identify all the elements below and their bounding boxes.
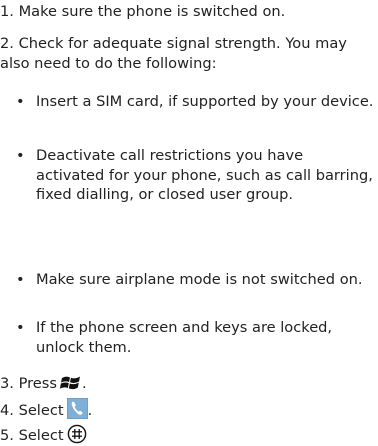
step-3-period: . xyxy=(81,375,87,392)
bullet-text: If the phone screen and keys are locked,… xyxy=(36,319,333,356)
instructions-page: 1. Make sure the phone is switched on. 2… xyxy=(0,0,376,445)
bullet-text: Deactivate call restrictions you have ac… xyxy=(36,147,373,203)
bullet-dot: • xyxy=(16,271,25,288)
keypad-icon xyxy=(67,424,87,444)
step-3-text: 3. Press xyxy=(0,375,57,392)
step-2: 2. Check for adequate signal strength. Y… xyxy=(0,35,347,72)
bullet-dot: • xyxy=(16,319,25,336)
step-5-text: 5. Select xyxy=(0,427,64,444)
step-5: 5. Select xyxy=(0,424,87,446)
step-3: 3. Press . xyxy=(0,374,87,394)
bullet-text: Insert a SIM card, if supported by your … xyxy=(36,93,374,110)
step-4-period: . xyxy=(87,402,93,419)
bullet-dot: • xyxy=(16,147,25,164)
step-4: 4. Select . xyxy=(0,398,92,421)
step-1: 1. Make sure the phone is switched on. xyxy=(0,3,286,20)
step-4-text: 4. Select xyxy=(0,402,64,419)
bullet-text: Make sure airplane mode is not switched … xyxy=(36,271,363,288)
windows-start-icon xyxy=(59,374,82,392)
bullet-dot: • xyxy=(16,93,25,110)
phone-tile-icon xyxy=(66,398,88,419)
